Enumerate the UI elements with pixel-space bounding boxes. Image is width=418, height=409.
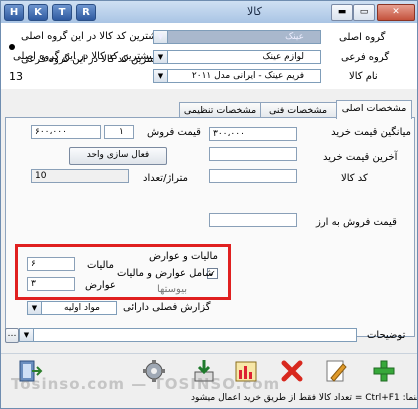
main-group-indicator	[9, 44, 15, 50]
seasonal-report-select[interactable]: ▼ مواد اولیه	[27, 301, 117, 315]
last-purchase-price-field[interactable]	[209, 147, 297, 161]
description-label: توضیحات	[367, 330, 406, 341]
main-group-label: گروه اصلی	[339, 32, 386, 43]
description-select[interactable]: ▼	[19, 328, 357, 342]
sub-group-label: گروه فرعی	[341, 52, 390, 63]
tax-label: مالیات	[87, 260, 114, 271]
title-key-t[interactable]: T	[52, 4, 72, 21]
max-code-main-label: بیشترین کد کالا در این گروه اصلی	[21, 31, 163, 42]
delete-icon[interactable]	[279, 358, 305, 384]
product-name-value: فریم عینک - ایرانی مدل ۲۰۱۱	[191, 71, 304, 81]
chevron-down-icon[interactable]: ▼	[20, 329, 34, 341]
currency-price-label: قیمت فروش به ارز	[316, 217, 397, 228]
chevron-down-icon[interactable]: ▼	[154, 70, 168, 82]
avg-purchase-price-label: میانگین قیمت خرید	[331, 127, 411, 138]
main-group-select[interactable]: ▼ عینک	[153, 30, 321, 44]
unit-stepper[interactable]: ۱	[104, 125, 134, 139]
product-code-field[interactable]	[209, 169, 297, 183]
last-purchase-price-label: آخرین قیمت خرید	[323, 152, 398, 163]
duties-label-text: عوارض	[85, 280, 116, 291]
main-group-value: عینک	[285, 32, 304, 42]
seasonal-report-label: گزارش فصلی دارائی	[123, 302, 211, 313]
sale-price-field[interactable]: ۶۰۰،۰۰۰	[31, 125, 101, 139]
close-icon[interactable]: ✕	[377, 4, 415, 21]
activate-unit-button[interactable]: فعال سازی واحد	[69, 147, 167, 165]
header-section: بیشترین کد کالا در این گروه اصلی بیشترین…	[1, 23, 417, 89]
meter-count-field[interactable]: 10	[31, 169, 129, 183]
title-key-k[interactable]: K	[28, 4, 48, 21]
tax-section-title: مالیات و عوارض	[149, 251, 218, 262]
restore-icon[interactable]: ▭	[353, 4, 375, 21]
unit-value: ۱	[119, 127, 124, 137]
window-title: کالا	[247, 5, 262, 18]
description-browse-button[interactable]: …	[5, 328, 19, 343]
title-key-r[interactable]: R	[76, 4, 96, 21]
max-code-sub-label: بیشترین کد کالا در این گروه فرعی	[21, 54, 165, 65]
duties-label: عوارض	[85, 280, 116, 291]
add-icon[interactable]	[371, 358, 397, 384]
include-tax-label: شامل عوارض و مالیات	[117, 268, 214, 279]
edit-icon[interactable]	[323, 358, 349, 384]
tax-field[interactable]: ۶	[27, 257, 75, 271]
watermark: Tosinso.com — TOSINSO.com	[11, 375, 281, 393]
chevron-down-icon[interactable]: ▼	[154, 31, 168, 43]
tab-technical[interactable]: مشخصات فنی	[259, 102, 337, 118]
product-name-label: نام کالا	[349, 71, 378, 82]
title-bar: H K T R کالا ▬ ▭ ✕	[1, 1, 417, 24]
currency-price-field[interactable]	[209, 213, 297, 227]
minimize-icon[interactable]: ▬	[331, 4, 353, 21]
sub-group-select[interactable]: ▼ لوازم عینک	[153, 50, 321, 64]
duties-field[interactable]: ۳	[27, 277, 75, 291]
sale-price-label: قیمت فروش	[147, 127, 201, 138]
chevron-down-icon[interactable]: ▼	[154, 51, 168, 63]
status-hint: راهنما: Ctrl+F1 = تعداد کالا فقط از طریق…	[191, 393, 417, 403]
partial-label: بیوستها	[157, 284, 188, 295]
tab-settings[interactable]: مشخصات تنظیمی	[179, 102, 261, 118]
meter-count-label: متراژ/تعداد	[143, 173, 188, 184]
chevron-down-icon[interactable]: ▼	[28, 302, 42, 314]
title-key-h[interactable]: H	[4, 4, 24, 21]
max-code-value: 13	[9, 70, 23, 83]
product-window: H K T R کالا ▬ ▭ ✕ بیشترین کد کالا در ای…	[0, 0, 418, 409]
seasonal-report-value: مواد اولیه	[64, 303, 100, 313]
sub-group-value: لوازم عینک	[262, 52, 304, 62]
product-code-label: کد کالا	[341, 173, 368, 184]
avg-purchase-price-field[interactable]: ۳۰۰،۰۰۰	[209, 127, 297, 141]
product-name-select[interactable]: ▼ فریم عینک - ایرانی مدل ۲۰۱۱	[153, 69, 321, 83]
tab-main[interactable]: مشخصات اصلی	[336, 100, 412, 119]
